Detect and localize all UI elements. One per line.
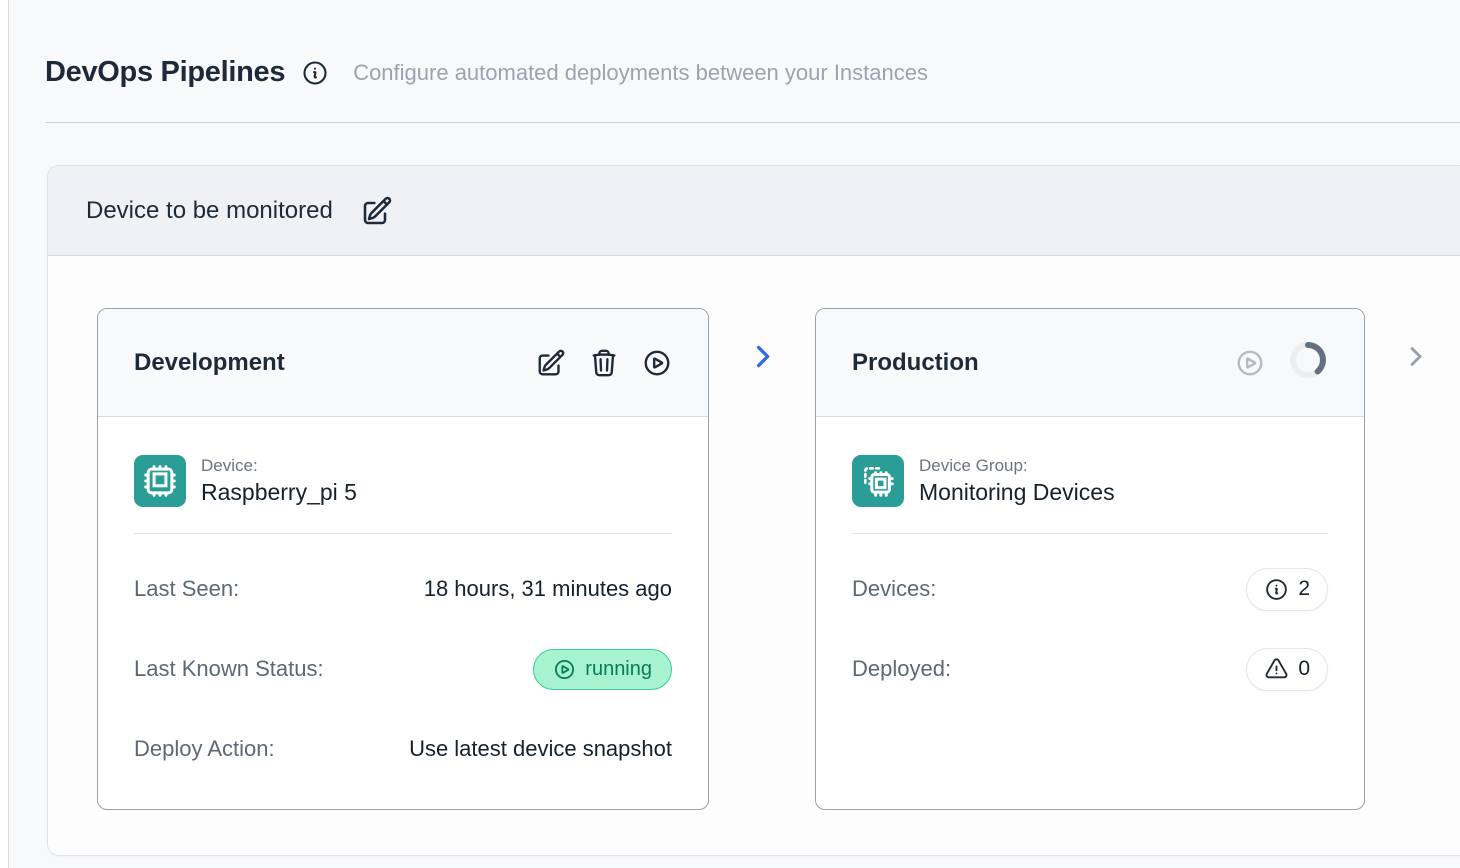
production-card-body: Device Group: Monitoring Devices Devices… xyxy=(816,417,1364,809)
device-row: Device: Raspberry_pi 5 xyxy=(134,455,672,507)
pipeline-name: Device to be monitored xyxy=(86,197,333,225)
trash-icon[interactable] xyxy=(589,348,619,378)
pipeline-panel-header: Device to be monitored xyxy=(48,166,1460,256)
info-circle-icon[interactable] xyxy=(301,59,329,87)
deploy-action-value: Use latest device snapshot xyxy=(409,736,672,762)
play-circle-icon xyxy=(553,658,576,681)
production-card-header: Production xyxy=(816,309,1364,417)
last-seen-row: Last Seen: 18 hours, 31 minutes ago xyxy=(134,566,672,612)
deployed-count: 0 xyxy=(1298,657,1310,681)
page-title: DevOps Pipelines xyxy=(45,56,285,89)
status-badge-text: running xyxy=(585,658,652,681)
device-name: Raspberry_pi 5 xyxy=(201,479,357,506)
development-card-body: Device: Raspberry_pi 5 Last Seen: 18 hou… xyxy=(98,417,708,809)
development-card-actions xyxy=(536,348,672,378)
last-seen-label: Last Seen: xyxy=(134,576,239,602)
edit-square-icon[interactable] xyxy=(361,195,393,227)
stage-card-production: Production xyxy=(815,308,1365,810)
production-card-actions xyxy=(1235,340,1328,385)
page-subtitle: Configure automated deployments between … xyxy=(353,60,928,86)
scroll-next-control[interactable] xyxy=(1402,343,1429,375)
loading-spinner-icon xyxy=(1288,340,1328,385)
last-known-status-label: Last Known Status: xyxy=(134,656,324,682)
devops-pipelines-page: DevOps Pipelines Configure automated dep… xyxy=(8,0,1460,868)
edit-square-icon[interactable] xyxy=(536,348,566,378)
deploy-action-row: Deploy Action: Use latest device snapsho… xyxy=(134,726,672,772)
deployed-count-pill[interactable]: 0 xyxy=(1246,648,1328,691)
devices-label: Devices: xyxy=(852,576,936,602)
chevron-right-icon xyxy=(747,341,778,372)
device-group-name: Monitoring Devices xyxy=(919,479,1115,506)
deployed-row: Deployed: 0 xyxy=(852,646,1328,692)
pipeline-stages: Development xyxy=(48,256,1460,855)
card-divider xyxy=(134,533,672,534)
cpu-chip-icon xyxy=(134,455,186,507)
play-circle-icon[interactable] xyxy=(642,348,672,378)
device-meta: Device Group: Monitoring Devices xyxy=(919,456,1115,506)
stage-title: Production xyxy=(852,349,979,377)
cpu-chip-group-icon xyxy=(852,455,904,507)
device-meta: Device: Raspberry_pi 5 xyxy=(201,456,357,506)
deploy-action-label: Deploy Action: xyxy=(134,736,275,762)
devices-count-pill[interactable]: 2 xyxy=(1246,568,1328,611)
header-divider xyxy=(45,122,1460,123)
development-card-header: Development xyxy=(98,309,708,417)
device-group-row: Device Group: Monitoring Devices xyxy=(852,455,1328,507)
last-seen-value: 18 hours, 31 minutes ago xyxy=(424,576,672,602)
info-circle-icon xyxy=(1264,577,1289,602)
last-known-status-row: Last Known Status: running xyxy=(134,646,672,692)
deployed-label: Deployed: xyxy=(852,656,951,682)
status-badge: running xyxy=(533,649,672,690)
card-divider xyxy=(852,533,1328,534)
stage-card-development: Development xyxy=(97,308,709,810)
device-label: Device: xyxy=(201,456,357,476)
device-group-label: Device Group: xyxy=(919,456,1115,476)
devices-row: Devices: 2 xyxy=(852,566,1328,612)
chevron-right-icon xyxy=(1402,343,1429,370)
page-header: DevOps Pipelines Configure automated dep… xyxy=(45,56,1460,89)
devices-count: 2 xyxy=(1298,577,1310,601)
pipeline-connector xyxy=(709,341,815,372)
play-circle-icon[interactable] xyxy=(1235,348,1265,378)
pipeline-panel: Device to be monitored Development xyxy=(47,165,1460,856)
warning-triangle-icon xyxy=(1264,657,1289,682)
stage-title: Development xyxy=(134,349,285,377)
